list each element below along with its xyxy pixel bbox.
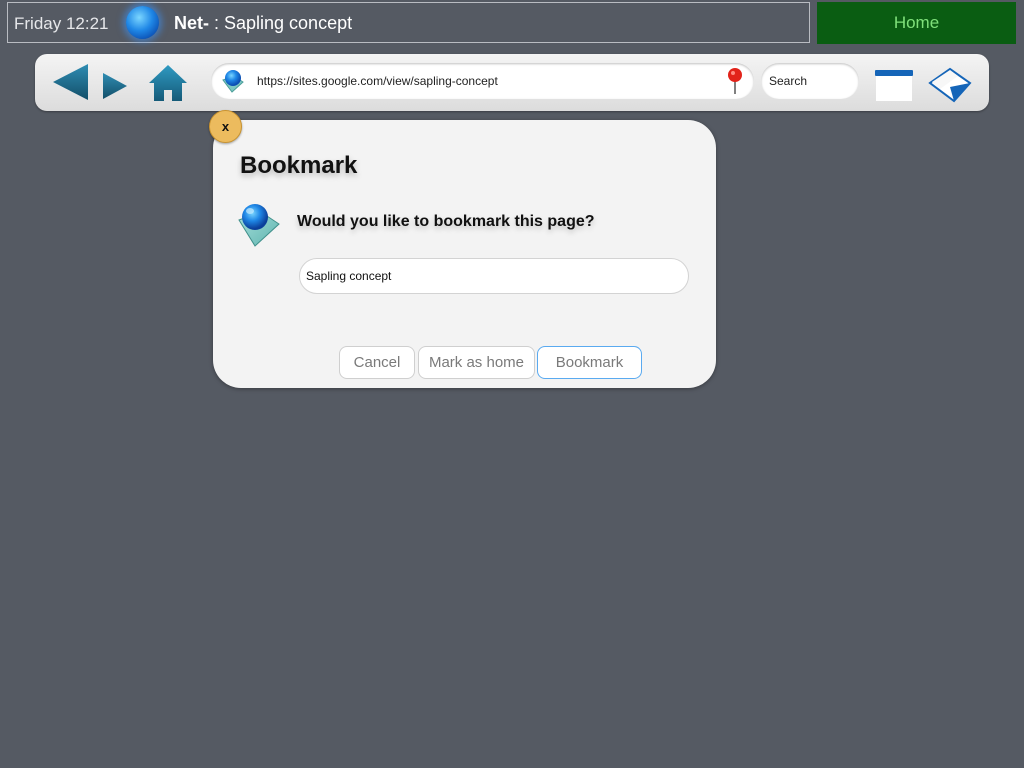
url-text[interactable]: https://sites.google.com/view/sapling-co… [257,74,498,88]
status-bar: Friday 12:21 Net- : Sapling concept [7,2,810,43]
search-input[interactable]: Search [761,63,859,99]
globe-icon [222,70,244,93]
globe-icon [126,6,159,39]
clock-label: Friday 12:21 [14,14,109,33]
cancel-button[interactable]: Cancel [339,346,415,379]
browser-toolbar: https://sites.google.com/view/sapling-co… [35,54,989,111]
bookmark-button[interactable]: Bookmark [537,346,642,379]
home-icon[interactable] [148,63,188,103]
tabs-icon[interactable] [875,69,913,102]
app-brand: Net- [174,13,209,33]
back-arrow-icon[interactable] [52,63,90,101]
home-button[interactable]: Home [817,2,1016,44]
bookmarks-book-icon[interactable] [928,65,972,105]
bookmark-dialog: Bookmark Would you like to bookmark this… [213,120,716,388]
dialog-title: Bookmark [240,152,358,179]
page-title: : Sapling concept [209,13,353,33]
app-title: Net- : Sapling concept [174,13,352,34]
forward-arrow-icon[interactable] [102,72,128,100]
bookmark-name-input[interactable] [299,258,689,294]
dialog-question: Would you like to bookmark this page? [297,213,595,230]
mark-as-home-button[interactable]: Mark as home [418,346,535,379]
url-bar[interactable]: https://sites.google.com/view/sapling-co… [211,63,754,99]
pin-icon[interactable] [727,67,743,95]
bookmark-globe-icon [238,204,280,247]
close-dialog-button[interactable]: x [209,110,242,143]
search-label: Search [769,74,808,88]
